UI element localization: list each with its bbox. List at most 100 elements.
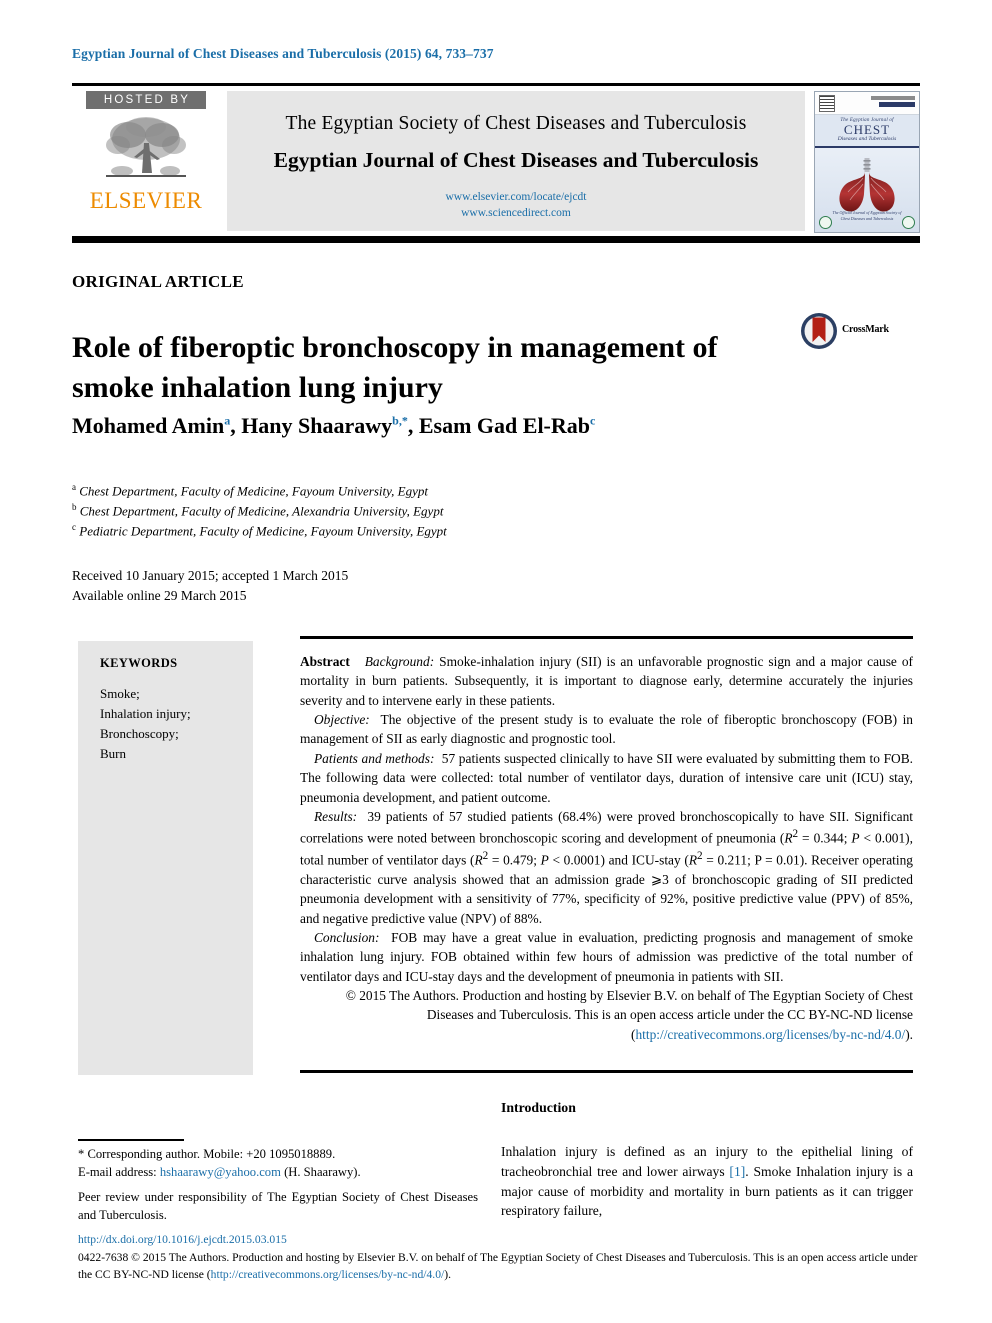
affiliation-marker: c [72, 521, 76, 532]
abstract-results-label: Results: [314, 808, 358, 824]
crossmark-label: CrossMark [842, 324, 889, 335]
abstract-conclusion-paragraph: Conclusion: FOB may have a great value i… [300, 928, 913, 986]
running-head: Egyptian Journal of Chest Diseases and T… [72, 46, 494, 61]
introduction-body: Inhalation injury is defined as an injur… [501, 1142, 913, 1221]
journal-header-band: HOSTED BY ELSEVIER The Egyptian Society … [72, 83, 920, 243]
crossmark-badge[interactable]: CrossMark [800, 312, 910, 352]
abstract-results-paragraph: Results: 39 patients of 57 studied patie… [300, 807, 913, 928]
header-bottom-rule [72, 236, 920, 243]
email-link[interactable]: hshaarawy@yahoo.com [160, 1165, 281, 1179]
available-online-date: Available online 29 March 2015 [72, 587, 247, 603]
article-first-page: Egyptian Journal of Chest Diseases and T… [0, 0, 992, 1323]
email-label: E-mail address: [78, 1164, 157, 1179]
r-squared-symbol: R [784, 830, 793, 846]
abstract-conclusion-label: Conclusion: [314, 929, 380, 945]
affiliation-item: c Pediatric Department, Faculty of Medic… [72, 521, 872, 541]
article-type-label: ORIGINAL ARTICLE [72, 272, 244, 291]
footer-block: http://dx.doi.org/10.1016/j.ejcdt.2015.0… [78, 1232, 918, 1283]
hosted-by-badge: HOSTED BY [86, 91, 206, 109]
copyright-tail: ). [905, 1026, 913, 1042]
abstract-methods-paragraph: Patients and methods: 57 patients suspec… [300, 749, 913, 807]
reference-link-1[interactable]: [1] [729, 1164, 745, 1179]
keywords-heading: KEYWORDS [100, 656, 178, 670]
abstract-copyright: © 2015 The Authors. Production and hosti… [300, 986, 913, 1044]
cover-publisher-icon [819, 95, 835, 112]
abstract-results-text-4: = 0.479; [488, 852, 541, 868]
affiliation-text: Chest Department, Faculty of Medicine, F… [79, 483, 428, 499]
abstract-results-text-5: < 0.0001) and ICU-stay ( [548, 852, 689, 868]
elsevier-wordmark: ELSEVIER [89, 188, 203, 213]
cc-license-link[interactable]: http://creativecommons.org/licenses/by-n… [635, 1027, 905, 1042]
abstract-background-label: Background: [364, 654, 435, 669]
header-top-rule [72, 83, 920, 86]
received-date: Received 10 January 2015; accepted 1 Mar… [72, 568, 349, 583]
journal-url-sciencedirect[interactable]: www.sciencedirect.com [227, 206, 805, 222]
cover-seal-right-icon [902, 216, 915, 229]
abstract-conclusion-text: FOB may have a great value in evaluation… [300, 929, 913, 984]
abstract-block: Abstract Background: Smoke-inhalation in… [300, 652, 913, 1044]
affiliation-item: b Chest Department, Faculty of Medicine,… [72, 501, 872, 521]
affiliation-marker: b [72, 501, 77, 512]
license-tail: ). [444, 1267, 451, 1281]
author-name-2: Hany Shaarawy [241, 413, 393, 438]
lungs-icon [839, 158, 895, 212]
keywords-panel: KEYWORDS Smoke; Inhalation injury; Bronc… [78, 641, 253, 1075]
abstract-objective-text: The objective of the present study is to… [300, 712, 913, 747]
journal-name: Egyptian Journal of Chest Diseases and T… [273, 148, 759, 172]
crossmark-icon [801, 313, 837, 349]
abstract-label: Abstract [300, 654, 350, 669]
cover-publisher-text [871, 96, 915, 100]
elsevier-logo-block: HOSTED BY ELSEVIER [76, 91, 216, 214]
journal-url-elsevier[interactable]: www.elsevier.com/locate/ejcdt [227, 190, 805, 206]
journal-cover-thumbnail: The Egyptian Journal of CHEST Diseases a… [814, 91, 920, 233]
cover-footer: The Official Journal of Egyptian Society… [815, 210, 919, 232]
keyword-item: Bronchoscopy; [100, 726, 179, 742]
elsevier-tree-icon [106, 117, 186, 177]
abstract-background-paragraph: Abstract Background: Smoke-inhalation in… [300, 652, 913, 710]
author-name-1: Mohamed Amin [72, 413, 225, 438]
cover-main-word: CHEST [843, 122, 891, 137]
cover-title-block: The Egyptian Journal of CHEST Diseases a… [815, 115, 919, 148]
r-squared-symbol: R [688, 852, 697, 868]
r-squared-symbol: R [474, 852, 483, 868]
corresponding-author-note: * Corresponding author. Mobile: +20 1095… [78, 1147, 336, 1161]
p-symbol: P [851, 830, 860, 846]
author-list: Mohamed Amina, Hany Shaarawyb,*, Esam Ga… [72, 413, 596, 438]
peer-review-note: Peer review under responsibility of The … [78, 1189, 478, 1222]
article-history: Received 10 January 2015; accepted 1 Mar… [72, 566, 872, 605]
author-marker-1: a [224, 413, 231, 428]
society-name: The Egyptian Society of Chest Diseases a… [285, 113, 747, 134]
abstract-methods-label: Patients and methods: [314, 750, 435, 766]
doi-link[interactable]: http://dx.doi.org/10.1016/j.ejcdt.2015.0… [78, 1232, 918, 1249]
footer-cc-license-link[interactable]: http://creativecommons.org/licenses/by-n… [211, 1268, 445, 1281]
journal-title-panel: The Egyptian Society of Chest Diseases a… [227, 91, 805, 231]
issn-copyright-line: 0422-7638 © 2015 The Authors. Production… [78, 1250, 751, 1264]
footnote-separator-rule [78, 1139, 184, 1141]
cover-publisher-band [879, 102, 915, 107]
author-marker-3: c [590, 413, 596, 428]
footnotes-block: * Corresponding author. Mobile: +20 1095… [78, 1146, 478, 1225]
affiliation-marker: a [72, 482, 76, 492]
cover-masthead [815, 92, 919, 115]
affiliation-text: Chest Department, Faculty of Medicine, A… [79, 503, 444, 519]
author-name-3: Esam Gad El-Rab [418, 413, 591, 438]
keyword-item: Inhalation injury; [100, 706, 191, 722]
p-symbol: P [540, 852, 549, 868]
journal-urls: www.elsevier.com/locate/ejcdt www.scienc… [227, 190, 805, 221]
abstract-top-rule [300, 636, 913, 639]
affiliation-text: Pediatric Department, Faculty of Medicin… [79, 522, 447, 538]
email-owner: (H. Shaarawy). [284, 1164, 361, 1179]
abstract-objective-paragraph: Objective: The objective of the present … [300, 710, 913, 749]
keyword-item: Smoke; [100, 686, 140, 701]
keywords-list: Smoke; Inhalation injury; Bronchoscopy; … [100, 684, 253, 764]
abstract-objective-label: Objective: [314, 712, 370, 728]
affiliation-list: a Chest Department, Faculty of Medicine,… [72, 481, 872, 540]
page-title: Role of fiberoptic bronchoscopy in manag… [72, 331, 718, 404]
cover-sub-line: Diseases and Tuberculosis [837, 136, 897, 142]
keyword-item: Burn [100, 746, 126, 762]
affiliation-item: a Chest Department, Faculty of Medicine,… [72, 481, 872, 501]
email-note: E-mail address: hshaarawy@yahoo.com (H. … [78, 1164, 478, 1182]
abstract-bottom-rule [300, 1070, 913, 1073]
cover-seal-left-icon [819, 216, 832, 229]
author-marker-2[interactable]: b,* [392, 414, 408, 428]
